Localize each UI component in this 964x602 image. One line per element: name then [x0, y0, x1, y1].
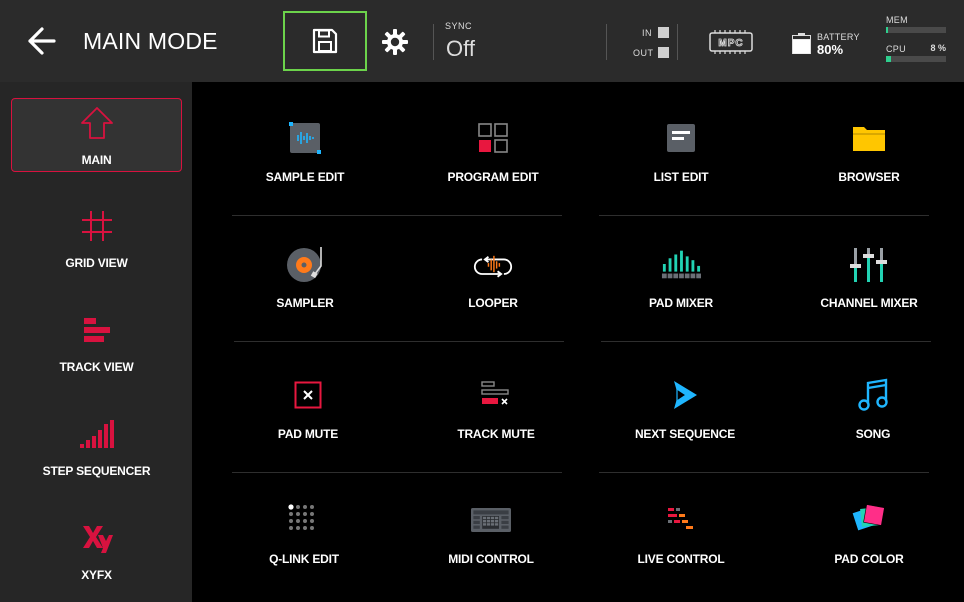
- tile-next-sequence[interactable]: NEXT SEQUENCE: [591, 349, 779, 469]
- row-divider: [601, 341, 931, 342]
- mem-label: MEM: [886, 15, 908, 25]
- battery-label: BATTERY: [817, 32, 860, 42]
- tile-label: PAD MIXER: [649, 296, 713, 310]
- program-grid-icon: [473, 118, 513, 158]
- tile-label: MIDI CONTROL: [448, 552, 534, 566]
- tile-live-control[interactable]: LIVE CONTROL: [587, 474, 775, 594]
- tile-label: SONG: [855, 427, 891, 441]
- tile-browser[interactable]: BROWSER: [775, 92, 963, 212]
- sidebar-item-label: TRACK VIEW: [59, 360, 134, 374]
- tile-pad-mute[interactable]: PAD MUTE: [214, 349, 402, 469]
- sidebar-item-xyfx[interactable]: XYFX: [11, 514, 182, 588]
- sync-label: SYNC: [445, 21, 473, 31]
- faders-icon: [849, 244, 889, 284]
- midi-out-label: OUT: [633, 48, 654, 58]
- save-button[interactable]: [283, 11, 367, 71]
- cpu-label: CPU: [886, 44, 906, 54]
- tile-label: NEXT SEQUENCE: [634, 427, 736, 441]
- sidebar-item-label: XYFX: [81, 568, 112, 582]
- tile-label: SAMPLER: [276, 296, 334, 310]
- mem-meter: [886, 27, 946, 33]
- midi-in-indicator: [658, 27, 669, 38]
- row-divider: [234, 341, 564, 342]
- sidebar-item-step-sequencer[interactable]: STEP SEQUENCER: [11, 410, 182, 484]
- tile-track-mute[interactable]: TRACK MUTE: [402, 349, 590, 469]
- step-sequencer-icon: [77, 414, 117, 454]
- settings-button[interactable]: [381, 28, 409, 56]
- header-bar: MAIN MODE SYNC Off IN OUT MPC BATTERY 80…: [0, 0, 964, 82]
- tile-label: LIVE CONTROL: [637, 552, 725, 566]
- tile-pad-mixer[interactable]: PAD MIXER: [587, 218, 775, 338]
- tile-label: Q-LINK EDIT: [269, 552, 339, 566]
- row-divider: [232, 472, 562, 473]
- header-divider: [433, 24, 434, 60]
- tile-label: LIST EDIT: [653, 170, 709, 184]
- sidebar-item-track-view[interactable]: TRACK VIEW: [11, 306, 182, 380]
- midi-out-indicator: [658, 47, 669, 58]
- list-icon: [661, 118, 701, 158]
- mpc-chip-text: MPC: [718, 38, 743, 49]
- tile-label: BROWSER: [838, 170, 900, 184]
- turntable-icon: [285, 244, 325, 284]
- track-mute-icon: [476, 375, 516, 415]
- tile-label: LOOPER: [468, 296, 518, 310]
- tile-sample-edit[interactable]: SAMPLE EDIT: [211, 92, 399, 212]
- grid-hash-icon: [77, 206, 117, 246]
- sidebar-item-label: STEP SEQUENCER: [42, 464, 151, 478]
- sidebar-item-grid-view[interactable]: GRID VIEW: [11, 202, 182, 276]
- mpc-chip-icon: MPC: [709, 29, 753, 55]
- tile-q-link-edit[interactable]: Q-LINK EDIT: [210, 474, 398, 594]
- next-sequence-icon: [665, 375, 705, 415]
- sidebar-item-main[interactable]: MAIN: [11, 98, 182, 172]
- midi-controller-icon: [471, 500, 511, 540]
- pad-mute-icon: [288, 375, 328, 415]
- header-divider: [606, 24, 607, 60]
- battery-value: 80%: [817, 42, 844, 57]
- track-bars-icon: [77, 310, 117, 350]
- mode-sidebar: MAIN GRID VIEW TRACK VIEW STEP SEQUENCER…: [0, 82, 192, 602]
- tile-label: CHANNEL MIXER: [820, 296, 918, 310]
- tile-label: PAD COLOR: [834, 552, 904, 566]
- tile-looper[interactable]: LOOPER: [399, 218, 587, 338]
- waveform-icon: [285, 118, 325, 158]
- save-floppy-icon: [312, 28, 338, 54]
- tile-midi-control[interactable]: MIDI CONTROL: [397, 474, 585, 594]
- midi-in-label: IN: [642, 28, 652, 38]
- row-divider: [599, 472, 929, 473]
- mem-meter-fill: [886, 27, 888, 33]
- cpu-meter: [886, 56, 946, 62]
- battery-icon: [792, 33, 811, 54]
- tile-program-edit[interactable]: PROGRAM EDIT: [399, 92, 587, 212]
- page-title: MAIN MODE: [83, 28, 218, 54]
- cpu-value: 8 %: [930, 43, 946, 53]
- xyfx-icon: [77, 518, 117, 558]
- house-arrow-icon: [77, 103, 117, 143]
- tile-sampler[interactable]: SAMPLER: [211, 218, 399, 338]
- cpu-meter-fill: [886, 56, 891, 62]
- header-divider: [677, 24, 678, 60]
- live-control-icon: [661, 500, 701, 540]
- loop-icon: [473, 244, 513, 284]
- folder-icon: [849, 118, 889, 158]
- tile-label: PROGRAM EDIT: [447, 170, 539, 184]
- music-note-icon: [853, 375, 893, 415]
- row-divider: [599, 215, 929, 216]
- tile-label: TRACK MUTE: [457, 427, 535, 441]
- color-swatches-icon: [849, 500, 889, 540]
- back-button[interactable]: [26, 26, 58, 56]
- back-arrow-icon: [28, 27, 56, 55]
- sidebar-item-label: MAIN: [81, 153, 112, 167]
- sync-value[interactable]: Off: [446, 36, 475, 62]
- tile-list-edit[interactable]: LIST EDIT: [587, 92, 775, 212]
- row-divider: [232, 215, 562, 216]
- gear-icon: [382, 29, 408, 55]
- tile-label: SAMPLE EDIT: [265, 170, 345, 184]
- tile-label: PAD MUTE: [277, 427, 339, 441]
- tile-song[interactable]: SONG: [779, 349, 964, 469]
- tile-pad-color[interactable]: PAD COLOR: [775, 474, 963, 594]
- tile-channel-mixer[interactable]: CHANNEL MIXER: [775, 218, 963, 338]
- sidebar-item-label: GRID VIEW: [65, 256, 128, 270]
- qlink-dots-icon: [284, 500, 324, 540]
- level-meter-icon: [661, 244, 701, 284]
